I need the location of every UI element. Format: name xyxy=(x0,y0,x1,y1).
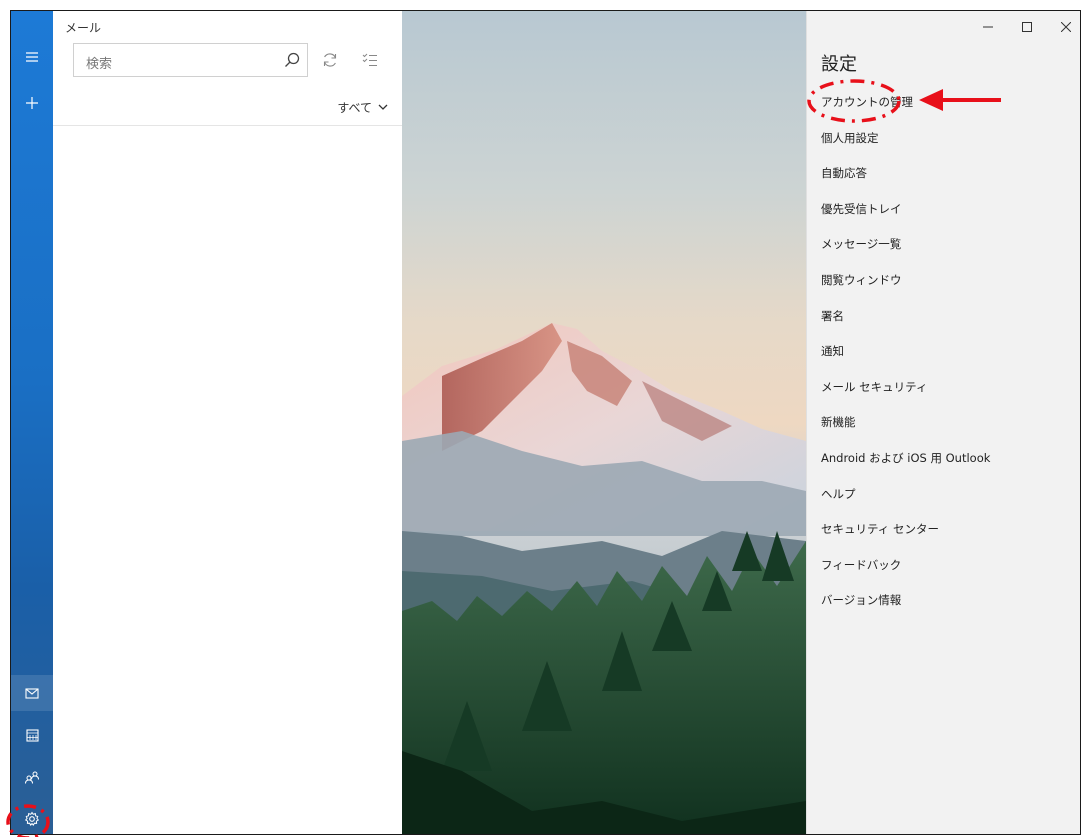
people-icon xyxy=(25,771,39,784)
settings-item-personalization[interactable]: 個人用設定 xyxy=(807,121,1080,157)
mail-app-window: メール 検索 すべて 設定 アカウントの管理 個人用設定 自動応答 優先受信トレ… xyxy=(10,10,1081,835)
checklist-icon xyxy=(362,53,377,66)
gear-icon xyxy=(24,811,40,826)
settings-flyout: 設定 アカウントの管理 個人用設定 自動応答 優先受信トレイ メッセージ一覧 閲… xyxy=(806,11,1080,834)
divider xyxy=(53,125,402,126)
settings-item-notifications[interactable]: 通知 xyxy=(807,334,1080,370)
hamburger-menu-icon xyxy=(26,52,38,62)
filter-label: すべて xyxy=(337,101,372,115)
minimize-button[interactable] xyxy=(973,15,1003,39)
settings-item-focused-inbox[interactable]: 優先受信トレイ xyxy=(807,192,1080,228)
settings-item-message-list[interactable]: メッセージ一覧 xyxy=(807,227,1080,263)
search-icon xyxy=(285,52,300,67)
nav-settings-button[interactable] xyxy=(11,801,53,834)
settings-list: アカウントの管理 個人用設定 自動応答 優先受信トレイ メッセージ一覧 閲覧ウィ… xyxy=(807,85,1080,619)
app-title: メール xyxy=(65,21,102,35)
settings-title: 設定 xyxy=(821,54,857,75)
filter-dropdown[interactable]: すべて xyxy=(337,99,388,116)
mountain-landscape-image xyxy=(402,11,806,834)
plus-icon xyxy=(26,97,38,109)
settings-item-trust-center[interactable]: セキュリティ センター xyxy=(807,512,1080,548)
settings-item-whats-new[interactable]: 新機能 xyxy=(807,405,1080,441)
settings-item-reading-pane[interactable]: 閲覧ウィンドウ xyxy=(807,263,1080,299)
settings-item-mail-security[interactable]: メール セキュリティ xyxy=(807,370,1080,406)
sync-icon xyxy=(323,53,337,67)
sync-button[interactable] xyxy=(321,51,339,73)
chevron-down-icon xyxy=(378,104,388,110)
maximize-button[interactable] xyxy=(1012,15,1042,39)
settings-item-help[interactable]: ヘルプ xyxy=(807,477,1080,513)
new-mail-button[interactable] xyxy=(11,85,53,121)
close-icon xyxy=(1061,22,1071,32)
settings-item-auto-reply[interactable]: 自動応答 xyxy=(807,156,1080,192)
settings-item-feedback[interactable]: フィードバック xyxy=(807,548,1080,584)
close-button[interactable] xyxy=(1051,15,1080,39)
background-photo xyxy=(402,11,806,834)
nav-mail-button[interactable] xyxy=(11,675,53,711)
settings-item-about[interactable]: バージョン情報 xyxy=(807,583,1080,619)
minimize-icon xyxy=(983,26,993,28)
search-input[interactable]: 検索 xyxy=(86,53,112,72)
mail-icon xyxy=(25,687,39,699)
hamburger-menu-button[interactable] xyxy=(11,39,53,75)
nav-people-button[interactable] xyxy=(11,759,53,795)
settings-item-outlook-mobile[interactable]: Android および iOS 用 Outlook xyxy=(807,441,1080,477)
search-button[interactable] xyxy=(283,51,301,73)
settings-item-signature[interactable]: 署名 xyxy=(807,299,1080,335)
settings-item-account-management[interactable]: アカウントの管理 xyxy=(807,85,1080,121)
nav-calendar-button[interactable] xyxy=(11,717,53,753)
search-box[interactable]: 検索 xyxy=(73,43,308,77)
calendar-icon xyxy=(25,728,39,742)
selection-mode-button[interactable] xyxy=(361,51,379,73)
maximize-icon xyxy=(1022,22,1032,32)
nav-rail xyxy=(11,11,53,834)
mail-list-pane: メール 検索 すべて xyxy=(53,11,402,834)
